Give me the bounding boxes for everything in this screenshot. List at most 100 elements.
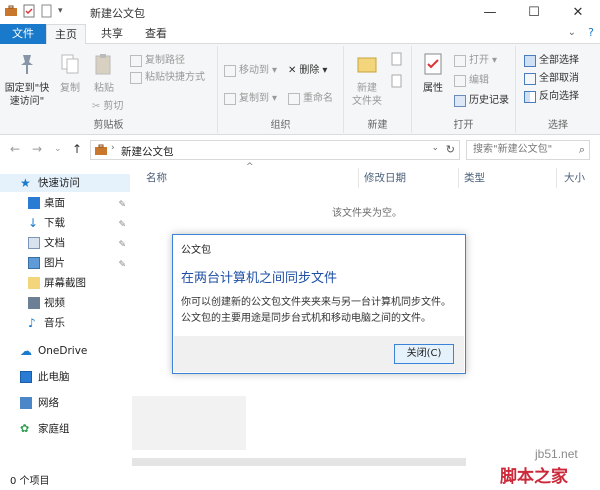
close-button[interactable]: ✕: [556, 0, 600, 24]
nav-label: 快速访问: [38, 177, 80, 189]
chevron-down-icon[interactable]: ⌄: [568, 27, 576, 38]
nav-downloads[interactable]: ↓ 下载 ✎: [0, 214, 130, 232]
new-folder-icon[interactable]: [40, 4, 54, 18]
forward-icon[interactable]: →: [32, 142, 42, 156]
navigation-pane: ★ 快速访问 桌面 ✎ ↓ 下载 ✎ 文档 ✎ 图片 ✎ 屏幕截图 视频 ♪ 音…: [0, 166, 132, 466]
address-input[interactable]: › 新建公文包 ⌄ ↻: [90, 140, 460, 160]
new-folder-button[interactable]: 新建 文件夹: [348, 50, 386, 108]
maximize-button[interactable]: ☐: [512, 0, 556, 24]
rename-icon: [288, 92, 300, 105]
recent-locations-icon[interactable]: ⌄: [54, 144, 62, 154]
up-icon[interactable]: ↑: [72, 142, 82, 156]
move-to-button[interactable]: 移动到 ▾: [224, 62, 277, 79]
select-all-button[interactable]: 全部选择: [524, 52, 579, 69]
select-group: 全部选择 全部取消 反向选择 选择: [516, 46, 600, 133]
pin-icon[interactable]: ✎: [118, 256, 126, 274]
tab-file[interactable]: 文件: [0, 24, 46, 44]
briefcase-icon: [95, 144, 107, 155]
rename-button[interactable]: 重命名: [288, 90, 333, 107]
nav-homegroup[interactable]: ✿ 家庭组: [0, 420, 130, 438]
pin-icon[interactable]: ✎: [118, 236, 126, 254]
properties-label: 属性: [423, 83, 443, 94]
column-divider[interactable]: [556, 168, 557, 188]
tab-view[interactable]: 查看: [136, 24, 176, 44]
address-path: 新建公文包: [121, 146, 174, 158]
refresh-icon[interactable]: ↻: [446, 143, 455, 156]
column-type[interactable]: 类型: [464, 170, 485, 185]
nav-label: 下载: [44, 217, 65, 229]
invert-selection-button[interactable]: 反向选择: [524, 88, 579, 105]
rename-label: 重命名: [303, 93, 333, 104]
chevron-down-icon[interactable]: ⌄: [431, 143, 439, 153]
computer-icon: [20, 371, 32, 383]
nav-desktop[interactable]: 桌面 ✎: [0, 194, 130, 212]
history-button[interactable]: 历史记录: [454, 92, 509, 109]
select-none-icon: [524, 72, 536, 85]
new-item-icon[interactable]: [390, 52, 404, 66]
download-arrow-icon: ↓: [28, 216, 39, 230]
column-divider[interactable]: [358, 168, 359, 188]
pin-icon[interactable]: ✎: [118, 216, 126, 234]
properties-button[interactable]: 属性: [416, 50, 450, 95]
watermark-site: jb51.net: [535, 447, 578, 461]
nav-pictures[interactable]: 图片 ✎: [0, 254, 130, 272]
nav-label: 视频: [44, 297, 65, 309]
nav-label: 网络: [38, 397, 59, 409]
open-button[interactable]: 打开 ▾: [454, 52, 497, 69]
copy-button[interactable]: 复制: [54, 50, 86, 95]
edit-icon: [454, 74, 466, 87]
nav-documents[interactable]: 文档 ✎: [0, 234, 130, 252]
chevron-right-icon[interactable]: ›: [111, 143, 115, 153]
paste-button[interactable]: 粘贴: [88, 50, 120, 95]
search-input[interactable]: 搜索"新建公文包" ⌕: [466, 140, 590, 160]
move-to-label: 移动到: [239, 65, 269, 76]
pin-icon[interactable]: ✎: [118, 196, 126, 214]
paste-shortcut-label: 粘贴快捷方式: [145, 72, 205, 83]
tab-home[interactable]: 主页: [46, 24, 86, 45]
help-icon[interactable]: ?: [588, 26, 594, 39]
tab-share[interactable]: 共享: [92, 24, 132, 44]
videos-icon: [28, 297, 40, 309]
column-divider[interactable]: [458, 168, 459, 188]
column-size[interactable]: 大小: [564, 170, 585, 185]
back-icon[interactable]: ←: [10, 142, 20, 156]
column-name[interactable]: 名称: [146, 170, 167, 185]
watermark-brand: 脚本之家: [500, 467, 568, 487]
pictures-icon: [28, 257, 40, 269]
copy-to-button[interactable]: 复制到 ▾: [224, 90, 277, 107]
easy-access-icon[interactable]: [390, 74, 404, 88]
cut-button[interactable]: ✂ 剪切: [92, 98, 123, 115]
select-none-button[interactable]: 全部取消: [524, 70, 579, 87]
horizontal-scrollbar[interactable]: [132, 458, 466, 466]
search-placeholder: 搜索"新建公文包": [473, 144, 553, 155]
dialog-footer: 关闭(C): [174, 336, 464, 372]
drag-ghost: [132, 396, 246, 450]
nav-onedrive[interactable]: ☁ OneDrive: [0, 342, 130, 360]
minimize-button[interactable]: —: [468, 0, 512, 24]
properties-icon[interactable]: [22, 4, 36, 18]
chevron-down-icon[interactable]: ▾: [58, 6, 63, 16]
nav-music[interactable]: ♪ 音乐: [0, 314, 130, 332]
clipboard-group: 固定到"快 速访问" 复制 粘贴 复制路径 粘贴快捷方式 ✂ 剪切 剪贴板: [0, 46, 218, 133]
chevron-down-icon: ▾: [322, 65, 328, 76]
copy-path-button[interactable]: 复制路径: [130, 52, 185, 69]
ribbon-tabs: 文件 主页 共享 查看 ⌄ ?: [0, 24, 600, 45]
desktop-icon: [28, 197, 40, 209]
close-dialog-button[interactable]: 关闭(C): [394, 344, 454, 364]
pin-quick-access-button[interactable]: 固定到"快 速访问": [2, 50, 52, 108]
paste-shortcut-button[interactable]: 粘贴快捷方式: [130, 69, 205, 86]
delete-button[interactable]: ✕ 删除 ▾: [288, 62, 327, 79]
open-group: 属性 打开 ▾ 编辑 历史记录 打开: [412, 46, 516, 133]
chevron-down-icon: ▾: [492, 55, 498, 66]
cut-label: 剪切: [103, 101, 124, 112]
dialog-title: 公文包: [181, 245, 211, 256]
select-all-label: 全部选择: [539, 55, 579, 66]
search-icon[interactable]: ⌕: [579, 141, 585, 159]
edit-button[interactable]: 编辑: [454, 72, 489, 89]
nav-videos[interactable]: 视频: [0, 294, 130, 312]
nav-quick-access[interactable]: ★ 快速访问: [0, 174, 130, 192]
column-modified[interactable]: 修改日期: [364, 170, 406, 185]
nav-screenshots[interactable]: 屏幕截图: [0, 274, 130, 292]
nav-network[interactable]: 网络: [0, 394, 130, 412]
nav-this-pc[interactable]: 此电脑: [0, 368, 130, 386]
